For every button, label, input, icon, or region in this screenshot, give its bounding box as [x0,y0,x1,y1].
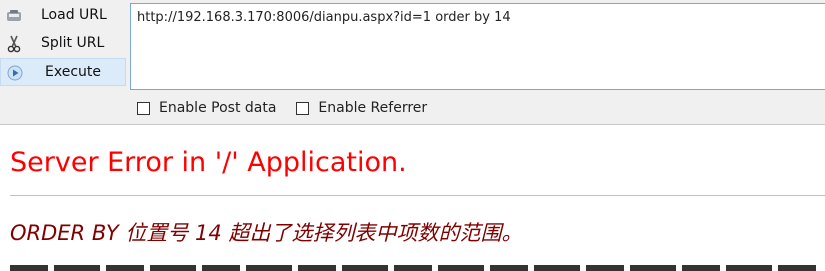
split-url-button[interactable]: Split URL [0,30,126,58]
page-content: Server Error in '/' Application. ORDER B… [0,125,825,271]
error-message: ORDER BY 位置号 14 超出了选择列表中项数的范围。 [10,221,523,245]
load-url-label: Load URL [41,7,107,23]
options-row: Enable Post data Enable Referrer [137,100,447,116]
play-icon [6,64,24,82]
execute-label: Execute [45,64,101,80]
enable-post-option[interactable]: Enable Post data [137,100,276,116]
enable-post-checkbox[interactable] [137,101,150,115]
url-input[interactable] [130,3,825,90]
execute-button[interactable]: Execute [0,58,126,86]
enable-referrer-label: Enable Referrer [318,100,428,116]
error-title: Server Error in '/' Application. [10,147,407,178]
hackbar-toolbar: Load URL Split URL Execute http://192.16… [0,0,825,125]
description-text-cropped [10,263,820,271]
enable-post-label: Enable Post data [159,100,277,116]
enable-referrer-checkbox[interactable] [296,101,310,115]
enable-referrer-option[interactable]: Enable Referrer [296,100,427,116]
load-url-icon [5,7,23,25]
split-url-label: Split URL [41,35,105,51]
scissors-icon [5,35,23,53]
divider [10,195,825,196]
load-url-button[interactable]: Load URL [0,2,126,30]
action-list: Load URL Split URL Execute [0,2,126,86]
